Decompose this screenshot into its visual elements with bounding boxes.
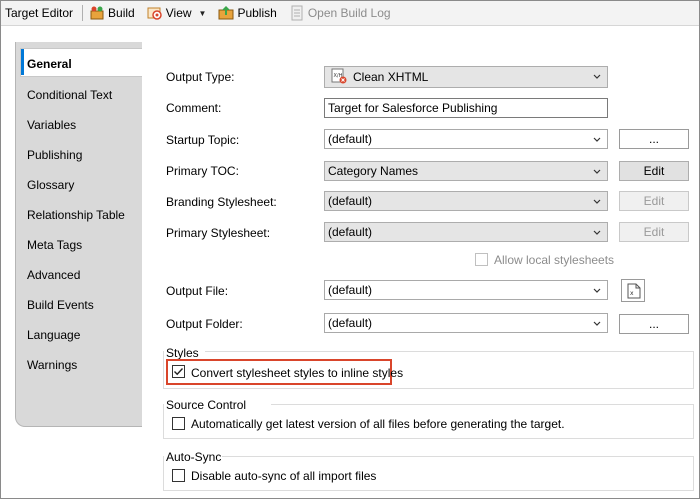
primary-toc-label: Primary TOC: [166, 164, 239, 178]
output-folder-label: Output Folder: [166, 317, 243, 331]
primary-toc-value: Category Names [328, 164, 419, 178]
tab-general[interactable]: General [20, 48, 142, 77]
svg-text:x: x [630, 290, 634, 297]
startup-topic-value: (default) [328, 132, 373, 146]
build-log-icon [289, 5, 305, 21]
primary-toc-select[interactable]: Category Names [324, 161, 608, 181]
output-type-label: Output Type: [166, 70, 235, 84]
toolbar-separator [82, 5, 84, 21]
disable-auto-sync-checkbox[interactable] [172, 469, 185, 482]
convert-inline-styles-checkbox[interactable] [172, 365, 185, 378]
build-icon [89, 5, 105, 21]
startup-topic-select[interactable]: (default) [324, 129, 608, 149]
output-folder-select[interactable]: (default) [324, 313, 608, 333]
branding-stylesheet-edit-button[interactable]: Edit [619, 191, 689, 211]
tab-variables[interactable]: Variables [27, 118, 76, 132]
toolbar: Target Editor Build View ▼ Publish Open … [1, 1, 699, 26]
convert-inline-styles-label: Convert stylesheet styles to inline styl… [191, 366, 404, 380]
publish-icon [218, 5, 234, 21]
disable-auto-sync-label: Disable auto-sync of all import files [191, 469, 377, 483]
chevron-down-icon [593, 168, 601, 176]
tab-publishing[interactable]: Publishing [27, 148, 82, 162]
allow-local-stylesheets-checkbox[interactable] [475, 253, 488, 266]
primary-stylesheet-label: Primary Stylesheet: [166, 226, 271, 240]
tab-build-events[interactable]: Build Events [27, 298, 94, 312]
output-file-select[interactable]: (default) [324, 280, 608, 300]
tab-advanced[interactable]: Advanced [27, 268, 80, 282]
primary-stylesheet-value: (default) [328, 225, 373, 239]
branding-stylesheet-label: Branding Stylesheet: [166, 195, 277, 209]
branding-stylesheet-value: (default) [328, 194, 373, 208]
tab-warnings[interactable]: Warnings [27, 358, 77, 372]
allow-local-stylesheets-label: Allow local stylesheets [494, 253, 615, 267]
view-label: View [165, 6, 192, 20]
tab-general-label: General [27, 57, 72, 71]
startup-topic-browse-button[interactable]: ... [619, 129, 689, 149]
output-folder-value: (default) [328, 316, 373, 330]
build-button[interactable]: Build [86, 3, 138, 23]
tab-relationship-table[interactable]: Relationship Table [27, 208, 125, 222]
output-file-label: Output File: [166, 284, 229, 298]
clean-xhtml-icon: X/H [331, 68, 347, 84]
view-icon [147, 5, 163, 21]
output-type-value: Clean XHTML [353, 70, 429, 84]
primary-toc-edit-button[interactable]: Edit [619, 161, 689, 181]
primary-stylesheet-edit-button[interactable]: Edit [619, 222, 689, 242]
open-build-log-label: Open Build Log [307, 6, 391, 20]
tab-conditional-text[interactable]: Conditional Text [27, 88, 112, 102]
tab-focus-indicator [21, 49, 24, 75]
view-dropdown-arrow-icon[interactable]: ▼ [199, 9, 207, 18]
chevron-down-icon [593, 287, 601, 295]
build-label: Build [108, 6, 135, 20]
tab-meta-tags[interactable]: Meta Tags [27, 238, 82, 252]
publish-label: Publish [237, 6, 277, 20]
startup-topic-label: Startup Topic: [166, 133, 240, 147]
output-type-select[interactable]: X/H Clean XHTML [324, 66, 608, 88]
tab-language[interactable]: Language [27, 328, 80, 342]
primary-stylesheet-select[interactable]: (default) [324, 222, 608, 242]
publish-button[interactable]: Publish [215, 3, 279, 23]
tab-glossary[interactable]: Glossary [27, 178, 74, 192]
chevron-down-icon [593, 73, 601, 81]
target-editor-window: Target Editor Build View ▼ Publish Open … [0, 0, 700, 499]
chevron-down-icon [593, 229, 601, 237]
editor-title: Target Editor [5, 6, 74, 20]
view-button[interactable]: View ▼ [144, 3, 210, 23]
auto-get-latest-checkbox[interactable] [172, 417, 185, 430]
auto-get-latest-label: Automatically get latest version of all … [191, 417, 565, 431]
chevron-down-icon [593, 320, 601, 328]
chevron-down-icon [593, 198, 601, 206]
document-icon: x [627, 283, 641, 302]
chevron-down-icon [593, 136, 601, 144]
comment-input[interactable]: Target for Salesforce Publishing [324, 98, 608, 118]
output-file-value: (default) [328, 283, 373, 297]
comment-label: Comment: [166, 101, 222, 115]
branding-stylesheet-select[interactable]: (default) [324, 191, 608, 211]
output-folder-browse-button[interactable]: ... [619, 314, 689, 334]
open-build-log-button[interactable]: Open Build Log [286, 3, 394, 23]
output-file-browse-button[interactable]: x [621, 279, 645, 302]
